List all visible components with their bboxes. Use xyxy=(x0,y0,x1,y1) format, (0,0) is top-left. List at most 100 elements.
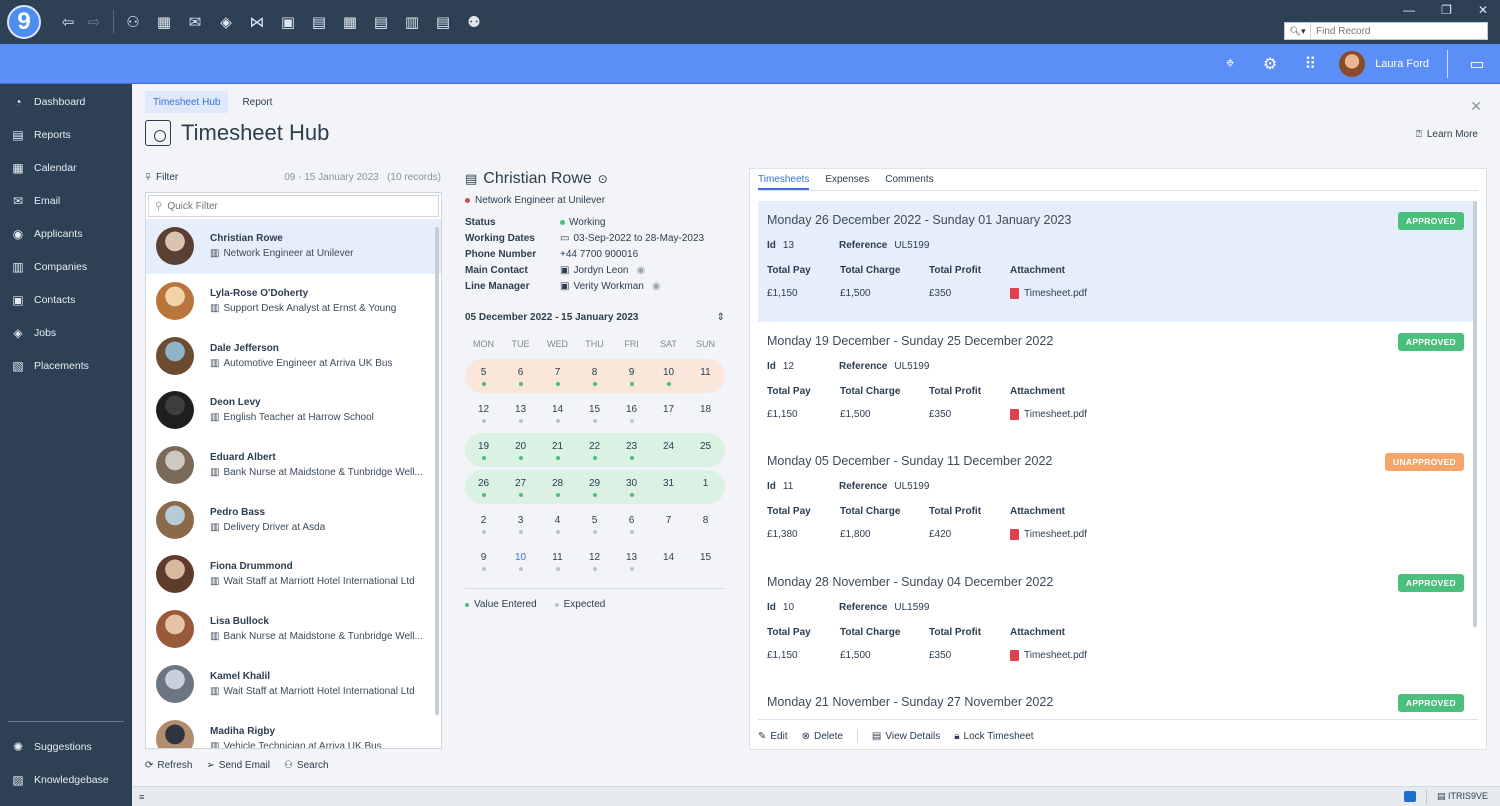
calendar-day[interactable]: 24 xyxy=(650,441,687,460)
list-item[interactable]: Dale Jefferson ▥ Automotive Engineer at Ar… xyxy=(146,328,441,383)
forward-arrow-icon[interactable]: ⇨ xyxy=(83,11,105,33)
more-options-icon[interactable]: ⊙ xyxy=(598,172,608,186)
send-email-button[interactable]: ➢ Send Email xyxy=(206,760,270,771)
maximize-icon[interactable]: ❐ xyxy=(1441,3,1452,17)
list-item[interactable]: Pedro Bass ▥ Delivery Driver at Asda xyxy=(146,492,441,547)
calendar-day[interactable]: 6 xyxy=(502,367,539,386)
lock-timesheet-button[interactable]: 🔒︎ Lock Timesheet xyxy=(954,731,1033,742)
calendar-day[interactable]: 11 xyxy=(539,552,576,571)
list-item[interactable]: Lisa Bullock ▥ Bank Nurse at Maidstone & T… xyxy=(146,602,441,657)
app-logo[interactable]: 9 xyxy=(7,5,41,39)
calendar-day[interactable]: 7 xyxy=(650,515,687,534)
chevron-up-down-icon[interactable]: ⇕ xyxy=(717,312,725,323)
sidebar-item-placements[interactable]: ▧ Placements xyxy=(0,349,132,382)
user-menu[interactable]: Laura Ford xyxy=(1339,51,1429,77)
attachment-link[interactable]: Timesheet.pdf xyxy=(1010,529,1210,541)
calendar-day[interactable]: 12 xyxy=(465,404,502,423)
calendar-day[interactable]: 8 xyxy=(576,367,613,386)
calendar-day[interactable]: 8 xyxy=(687,515,724,534)
delete-button[interactable]: ⊗ Delete xyxy=(802,731,843,742)
quick-filter-input[interactable] xyxy=(167,200,408,212)
calendar-day[interactable]: 10 xyxy=(650,367,687,386)
sidebar-item-knowledgebase[interactable]: ▨ Knowledgebase xyxy=(0,763,132,796)
close-page-icon[interactable]: ✕ xyxy=(1470,98,1482,115)
calendar-day[interactable]: 16 xyxy=(613,404,650,423)
calendar-day[interactable]: 7 xyxy=(539,367,576,386)
eye-icon[interactable]: ◉ xyxy=(652,281,661,292)
filter-button[interactable]: ⍫ Filter xyxy=(145,172,178,183)
calendar-day[interactable]: 15 xyxy=(576,404,613,423)
list-item[interactable]: Deon Levy ▥ English Teacher at Harrow Scho… xyxy=(146,383,441,438)
phone-value[interactable]: +44 7700 900016 xyxy=(560,249,725,260)
rocket-icon[interactable]: ⌖ xyxy=(1219,55,1241,73)
list-item[interactable]: Fiona Drummond ▥ Wait Staff at Marriott Ho… xyxy=(146,547,441,602)
tab-timesheets[interactable]: Timesheets xyxy=(758,174,810,190)
find-record-input[interactable] xyxy=(1311,25,1481,37)
calendar-day[interactable]: 13 xyxy=(502,404,539,423)
timesheet-card[interactable]: Monday 05 December - Sunday 11 December … xyxy=(758,442,1474,563)
calendar-day[interactable]: 9 xyxy=(465,552,502,571)
binoculars-icon[interactable]: ⚇ xyxy=(122,11,144,33)
calendar-day[interactable]: 2 xyxy=(465,515,502,534)
main-contact-value[interactable]: ▣ Jordyn Leon ◉ xyxy=(560,265,725,276)
timesheet-card[interactable]: Monday 28 November - Sunday 04 December … xyxy=(758,563,1474,684)
list-item[interactable]: Christian Rowe ▥ Network Engineer at Unile… xyxy=(146,219,441,274)
search-dropdown-icon[interactable]: 🔍︎▾ xyxy=(1285,23,1311,39)
calendar-day[interactable]: 21 xyxy=(539,441,576,460)
outlook-icon[interactable] xyxy=(1403,791,1416,802)
calendar-day[interactable]: 15 xyxy=(687,552,724,571)
sidebar-item-suggestions[interactable]: ✺ Suggestions xyxy=(0,730,132,763)
calendar-add-icon[interactable]: ▦ xyxy=(153,11,175,33)
minimize-icon[interactable]: — xyxy=(1403,3,1415,17)
email-compose-icon[interactable]: ✉ xyxy=(184,11,206,33)
calendar-day[interactable]: 6 xyxy=(613,515,650,534)
calendar-day[interactable]: 3 xyxy=(502,515,539,534)
calendar-day[interactable]: 19 xyxy=(465,441,502,460)
sidebar-item-calendar[interactable]: ▦ Calendar xyxy=(0,151,132,184)
calendar-day[interactable]: 10 xyxy=(502,552,539,571)
calendar-day[interactable]: 5 xyxy=(576,515,613,534)
calendar-day[interactable]: 17 xyxy=(650,404,687,423)
sidebar-item-companies[interactable]: ▥ Companies xyxy=(0,250,132,283)
calendar-day[interactable]: 5 xyxy=(465,367,502,386)
menu-icon[interactable]: ≡ xyxy=(139,792,144,802)
sidebar-item-contacts[interactable]: ▣ Contacts xyxy=(0,283,132,316)
calendar-day[interactable]: 29 xyxy=(576,478,613,497)
attachment-link[interactable]: Timesheet.pdf xyxy=(1010,288,1210,299)
sidebar-item-reports[interactable]: ▤ Reports xyxy=(0,118,132,151)
list-item[interactable]: Madiha Rigby ▥ Vehicle Technician at Arriv… xyxy=(146,711,441,748)
list-item[interactable]: Lyla-Rose O'Doherty ▥ Support Desk Analyst… xyxy=(146,274,441,329)
users-group-icon[interactable]: ⚉ xyxy=(463,11,485,33)
sidebar-item-email[interactable]: ✉ Email xyxy=(0,184,132,217)
calendar-day[interactable]: 20 xyxy=(502,441,539,460)
timesheet-icon[interactable]: ▥ xyxy=(401,11,423,33)
list-scrollbar[interactable] xyxy=(435,227,439,715)
settings-gears-icon[interactable]: ⚙ xyxy=(1259,54,1281,74)
edit-button[interactable]: ✎ Edit xyxy=(758,731,788,742)
apps-grid-icon[interactable]: ⠿ xyxy=(1299,54,1321,74)
line-manager-value[interactable]: ▣ Verity Workman ◉ xyxy=(560,281,725,292)
calendar-day[interactable]: 28 xyxy=(539,478,576,497)
find-record-box[interactable]: 🔍︎▾ xyxy=(1284,22,1488,40)
calendar-day[interactable]: 11 xyxy=(687,367,724,386)
calendar-day[interactable]: 26 xyxy=(465,478,502,497)
learn-more-link[interactable]: ⍰ Learn More xyxy=(1416,129,1478,140)
tab-report[interactable]: Report xyxy=(234,91,280,113)
timesheet-card[interactable]: Monday 19 December - Sunday 25 December … xyxy=(758,322,1474,443)
attachment-link[interactable]: Timesheet.pdf xyxy=(1010,649,1210,661)
calendar-day[interactable]: 4 xyxy=(539,515,576,534)
timesheet-scrollbar[interactable] xyxy=(1473,201,1477,627)
list-item[interactable]: Eduard Albert ▥ Bank Nurse at Maidstone & … xyxy=(146,438,441,493)
tab-comments[interactable]: Comments xyxy=(885,174,933,190)
monitor-icon[interactable]: ▭ xyxy=(1466,54,1488,74)
calendar-day[interactable]: 30 xyxy=(613,478,650,497)
share-nodes-icon[interactable]: ⋈ xyxy=(246,11,268,33)
calendar-day[interactable]: 27 xyxy=(502,478,539,497)
calendar-day[interactable]: 12 xyxy=(576,552,613,571)
calendar-day[interactable]: 14 xyxy=(539,404,576,423)
eye-icon[interactable]: ◉ xyxy=(637,265,646,276)
sidebar-item-jobs[interactable]: ◈ Jobs xyxy=(0,316,132,349)
tab-timesheet-hub[interactable]: Timesheet Hub xyxy=(145,91,229,113)
calendar-day[interactable]: 31 xyxy=(650,478,687,497)
document-list-icon[interactable]: ▤ xyxy=(432,11,454,33)
